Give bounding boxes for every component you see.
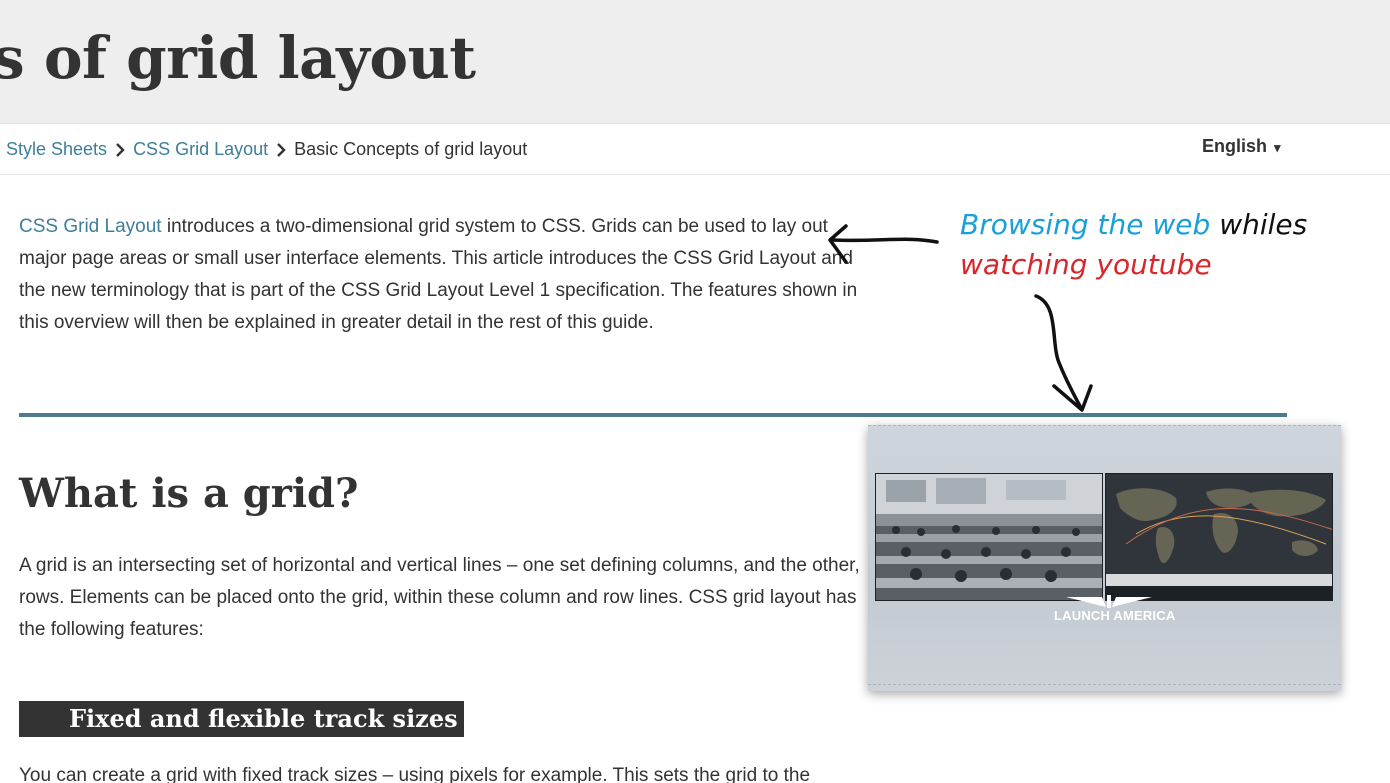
breadcrumb-link-css-grid-layout[interactable]: CSS Grid Layout (133, 139, 268, 160)
section-paragraph: A grid is an intersecting set of horizon… (19, 555, 860, 640)
annotation-text-black: whiles (1210, 208, 1308, 241)
breadcrumb: Style Sheets CSS Grid Layout Basic Conce… (6, 139, 527, 160)
annotation-text-blue: Browsing the web (960, 208, 1211, 241)
intro-paragraph: CSS Grid Layout introduces a two-dimensi… (19, 211, 859, 339)
world-map-trajectory-feed (1105, 473, 1333, 601)
chevron-right-icon (268, 139, 294, 160)
pip-frame-top (868, 425, 1341, 429)
section-heading: What is a grid? (19, 470, 359, 517)
mission-control-room-feed (875, 473, 1103, 601)
breadcrumb-link-style-sheets[interactable]: Style Sheets (6, 139, 107, 160)
subheading: Fixed and flexible track sizes (19, 701, 464, 737)
breadcrumb-bar: Style Sheets CSS Grid Layout Basic Conce… (0, 124, 1390, 175)
section-paragraph-2: You can create a grid with fixed track s… (19, 765, 811, 783)
caret-down-icon: ▾ (1274, 140, 1281, 155)
annotation-text-red: watching youtube (960, 248, 1212, 281)
handwritten-annotation: Browsing the web whiles watching youtube (960, 205, 1307, 285)
breadcrumb-current: Basic Concepts of grid layout (294, 139, 528, 159)
page-title: s of grid layout (0, 24, 476, 92)
page-title-banner: s of grid layout (0, 0, 1390, 124)
launch-america-logo: LAUNCH AMERICA (1054, 608, 1176, 623)
chevron-right-icon (107, 139, 133, 160)
language-selector[interactable]: English ▾ (1202, 136, 1281, 157)
language-label: English (1202, 136, 1268, 156)
section-divider (19, 413, 1287, 417)
picture-in-picture-video[interactable]: LAUNCH AMERICA (868, 425, 1341, 691)
css-grid-layout-link[interactable]: CSS Grid Layout (19, 216, 162, 237)
pip-frame-bottom (868, 684, 1341, 687)
arrow-down-icon (1034, 294, 1093, 412)
launch-america-logo-icon (1066, 595, 1152, 608)
